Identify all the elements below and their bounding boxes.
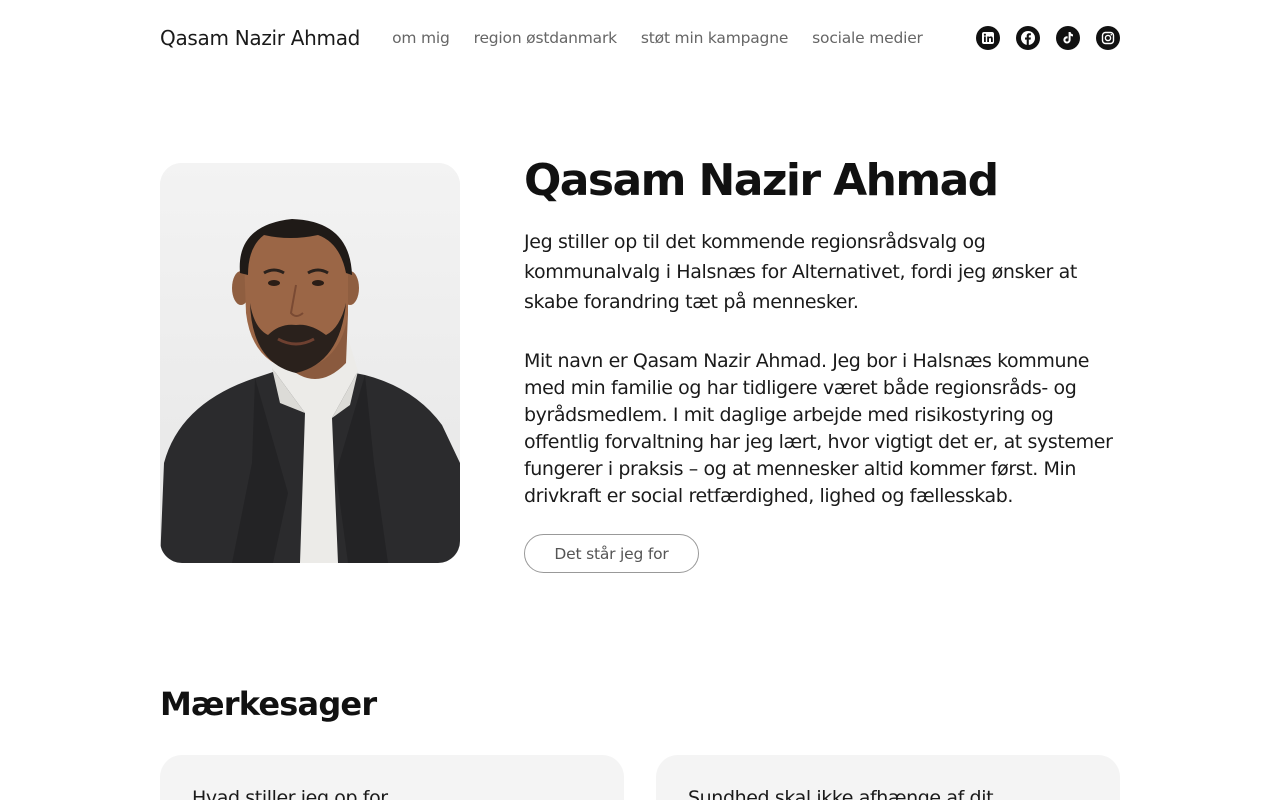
nav-item-om-mig[interactable]: om mig — [392, 29, 450, 47]
nav-item-sociale-medier[interactable]: sociale medier — [812, 29, 923, 47]
hero-body: Mit navn er Qasam Nazir Ahmad. Jeg bor i… — [524, 350, 1113, 507]
linkedin-icon[interactable] — [976, 26, 1000, 50]
nav-item-stot-min-kampagne[interactable]: støt min kampagne — [641, 29, 788, 47]
main-nav: om mig region østdanmark støt min kampag… — [392, 29, 947, 47]
issue-card[interactable]: Sundhed skal ikke afhænge af dit — [656, 755, 1120, 800]
section-title: Mærkesager — [160, 685, 377, 723]
nav-item-region-ostdanmark[interactable]: region østdanmark — [474, 29, 617, 47]
facebook-icon[interactable] — [1016, 26, 1040, 50]
tiktok-icon[interactable] — [1056, 26, 1080, 50]
page-title: Qasam Nazir Ahmad — [524, 155, 999, 206]
site-title[interactable]: Qasam Nazir Ahmad — [160, 26, 360, 50]
instagram-icon[interactable] — [1096, 26, 1120, 50]
det-star-jeg-for-button[interactable]: Det står jeg for — [524, 534, 699, 573]
hero-lead: Jeg stiller op til det kommende regionsr… — [524, 231, 1077, 313]
issue-card-title: Sundhed skal ikke afhænge af dit — [688, 787, 994, 800]
hero-content: Qasam Nazir Ahmad Jeg stiller op til det… — [524, 152, 1124, 573]
site-header: Qasam Nazir Ahmad om mig region østdanma… — [160, 0, 1120, 76]
issue-card[interactable]: Hvad stiller jeg op for — [160, 755, 624, 800]
profile-photo — [160, 163, 460, 563]
social-links — [976, 26, 1120, 50]
issue-card-title: Hvad stiller jeg op for — [192, 787, 388, 800]
portrait-illustration — [160, 163, 460, 563]
